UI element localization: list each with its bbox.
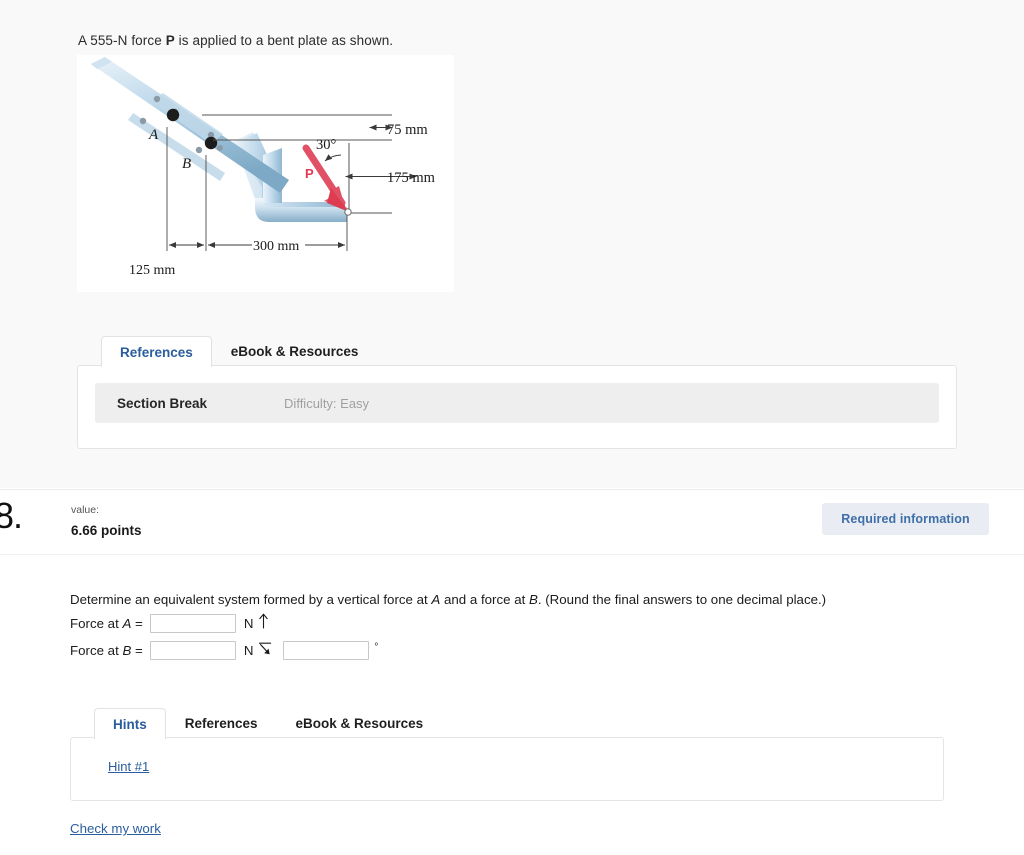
label-a: A — [148, 127, 159, 143]
label-b: B — [182, 156, 191, 172]
arrow-up-icon — [258, 613, 269, 634]
header-divider — [0, 554, 1024, 555]
force-b-input[interactable] — [149, 641, 236, 660]
question-point-b: B — [528, 592, 538, 607]
question-text: Determine an equivalent system formed by… — [70, 592, 826, 607]
references-tab-card: References eBook & Resources Section Bre… — [77, 330, 957, 449]
check-my-work-link[interactable]: Check my work — [70, 821, 161, 836]
force-b-label: Force at B = — [70, 643, 143, 658]
section-break-title: Section Break — [117, 395, 208, 411]
required-information-badge: Required information — [822, 503, 989, 535]
tab-strip-top: References eBook & Resources — [77, 330, 957, 367]
question-block-top: A 555-N force P is applied to a bent pla… — [0, 0, 1024, 488]
pin-b — [204, 136, 218, 150]
hint-1-link[interactable]: Hint #1 — [108, 759, 149, 774]
prompt-suffix: is applied to a bent plate as shown. — [174, 33, 394, 48]
tab-strip-bottom: Hints References eBook & Resources — [70, 702, 944, 739]
dim-175-label: 175 mm — [387, 170, 436, 186]
question-number: 8. — [0, 495, 23, 536]
bent-plate-diagram: A B 125 mm 300 mm 75 mm 175 mm 30° P — [91, 57, 436, 278]
tab-ebook-resources-bottom[interactable]: eBook & Resources — [277, 707, 443, 739]
block-divider — [0, 489, 1024, 490]
question-prompt: A 555-N force P is applied to a bent pla… — [78, 33, 393, 48]
answer-row-force-b: Force at B = N ° — [70, 640, 378, 661]
angle-arc — [324, 154, 342, 162]
arrow-down-right-bar-icon — [258, 640, 272, 661]
references-panel: Section Break Difficulty: Easy — [77, 365, 957, 449]
force-b-label-prefix: Force at — [70, 643, 123, 658]
angle-b-input[interactable] — [283, 641, 370, 660]
dim-300-label: 300 mm — [253, 239, 299, 254]
answer-row-force-a: Force at A = N — [70, 613, 269, 634]
question-point-a: A — [431, 592, 441, 607]
value-label: value: — [71, 504, 100, 516]
force-b-label-suffix: = — [131, 643, 143, 658]
question-text-part3: . (Round the final answers to one decima… — [537, 592, 827, 607]
tab-ebook-resources[interactable]: eBook & Resources — [212, 335, 378, 367]
section-break-row: Section Break Difficulty: Easy — [95, 383, 939, 423]
force-b-label-point: B — [122, 643, 132, 658]
tab-references-bottom[interactable]: References — [166, 707, 277, 739]
tab-hints[interactable]: Hints — [94, 707, 166, 739]
force-label-p: P — [305, 166, 314, 181]
prompt-force-symbol: P — [165, 33, 175, 48]
inclined-bar — [91, 57, 289, 193]
force-a-input[interactable] — [149, 614, 236, 633]
tab-references[interactable]: References — [101, 335, 212, 367]
force-a-label-suffix: = — [131, 616, 143, 631]
force-application-point — [344, 208, 352, 216]
dim-125-label: 125 mm — [129, 263, 175, 278]
hints-tab-card: Hints References eBook & Resources Hint … — [70, 702, 944, 801]
assignment-page: A 555-N force P is applied to a bent pla… — [0, 0, 1024, 855]
question-text-part1: Determine an equivalent system formed by… — [70, 592, 432, 607]
question-text-part2: and a force at — [440, 592, 529, 607]
force-a-label-point: A — [122, 616, 132, 631]
points-value: 6.66 points — [71, 523, 142, 538]
bent-plate-figure: A B 125 mm 300 mm 75 mm 175 mm 30° P — [77, 55, 454, 292]
degree-symbol: ° — [374, 642, 379, 653]
force-b-unit: N — [243, 643, 254, 658]
prompt-prefix: A 555-N force — [78, 33, 166, 48]
force-a-label: Force at A = — [70, 616, 143, 631]
hints-panel: Hint #1 — [70, 737, 944, 801]
angle-label: 30° — [316, 137, 337, 153]
difficulty-label: Difficulty: Easy — [284, 395, 370, 411]
force-a-label-prefix: Force at — [70, 616, 123, 631]
dim-75-label: 75 mm — [387, 122, 428, 138]
force-a-unit: N — [243, 616, 254, 631]
pin-a — [166, 108, 180, 122]
